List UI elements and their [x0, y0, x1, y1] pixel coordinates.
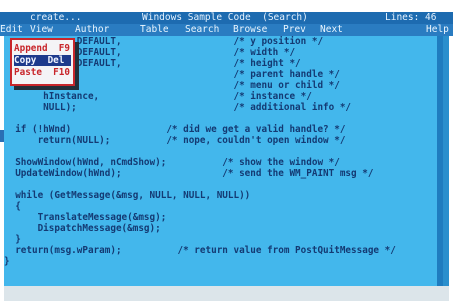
menu-browse[interactable]: Browse: [233, 24, 267, 36]
title-bar: create... Windows Sample Code (Search) L…: [0, 12, 453, 24]
code-line: }: [4, 234, 21, 245]
menu-item-copy[interactable]: Copy Del: [14, 55, 71, 66]
menu-author[interactable]: Author: [75, 24, 109, 36]
menu-item-append[interactable]: Append F9: [14, 43, 71, 54]
terminal-screen: create... Windows Sample Code (Search) L…: [0, 0, 453, 301]
edit-menu-dropdown: Append F9 Copy Del Paste F10: [10, 38, 75, 86]
code-line: {: [4, 201, 21, 212]
menu-table[interactable]: Table: [140, 24, 169, 36]
line-count: Lines: 46: [385, 12, 437, 23]
menu-prev[interactable]: Prev: [283, 24, 306, 36]
status-strip: [4, 286, 449, 301]
menu-search[interactable]: Search: [185, 24, 219, 36]
menu-next[interactable]: Next: [320, 24, 343, 36]
code-line: }: [4, 256, 10, 267]
menu-view[interactable]: View: [30, 24, 53, 36]
code-line: return(msg.wParam); /* return value from…: [4, 245, 396, 256]
menu-edit[interactable]: Edit: [0, 24, 23, 36]
document-title: Windows Sample Code (Search): [142, 12, 308, 23]
menu-help[interactable]: Help: [426, 24, 449, 36]
code-line: UpdateWindow(hWnd); /* send the WM_PAINT…: [4, 168, 374, 179]
code-line: TranslateMessage(&msg);: [4, 212, 167, 223]
code-line: return(NULL); /* nope, couldn't open win…: [4, 135, 346, 146]
code-line: hInstance, /* instance */: [4, 91, 312, 102]
code-line: ShowWindow(hWnd, nCmdShow); /* show the …: [4, 157, 340, 168]
code-line: if (!hWnd) /* did we get a valid handle?…: [4, 124, 346, 135]
vertical-scrollbar[interactable]: [437, 36, 443, 286]
code-line: NULL); /* additional info */: [4, 102, 352, 113]
code-editor[interactable]: DEFAULT, /* y position */ DEFAULT, /* wi…: [4, 36, 449, 286]
code-line: DispatchMessage(&msg);: [4, 223, 161, 234]
command-prompt: create...: [30, 12, 82, 23]
code-line: while (GetMessage(&msg, NULL, NULL, NULL…: [4, 190, 251, 201]
menu-item-paste[interactable]: Paste F10: [14, 67, 71, 78]
menu-bar: Edit View Author Table Search Browse Pre…: [0, 24, 453, 36]
